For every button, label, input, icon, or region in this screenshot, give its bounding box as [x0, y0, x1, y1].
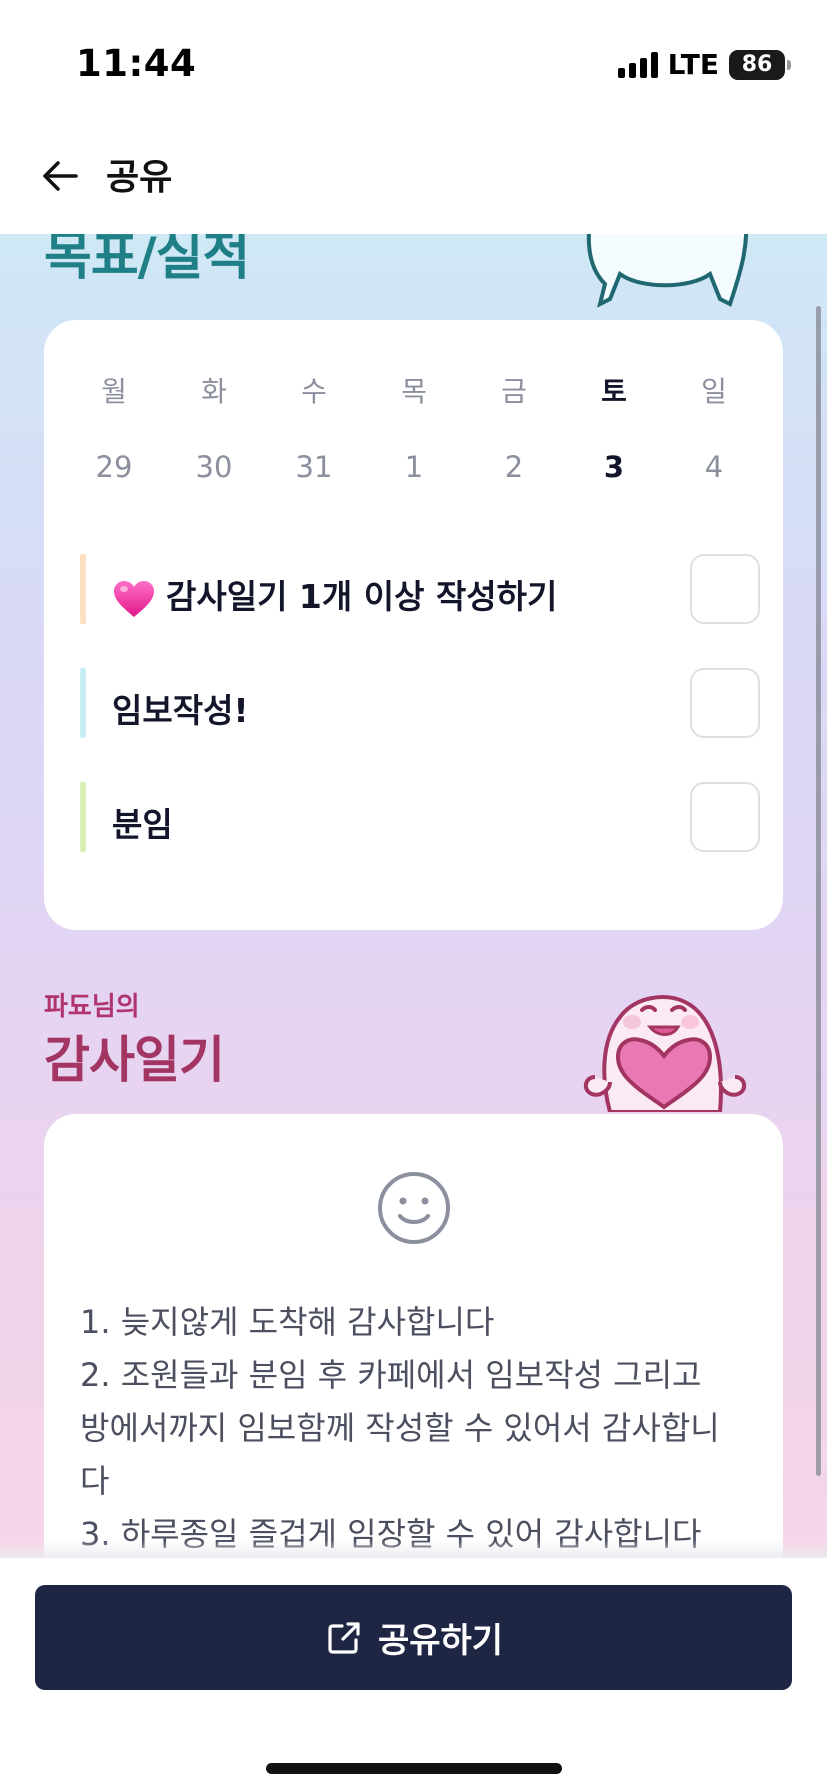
date-label[interactable]: 31: [284, 450, 344, 484]
smile-face-icon: [378, 1172, 450, 1244]
goal-label: 임보작성!: [112, 691, 249, 730]
share-button[interactable]: 공유하기: [35, 1585, 792, 1690]
weekday-label[interactable]: 화: [184, 370, 244, 410]
status-time: 11:44: [76, 42, 197, 85]
weekday-label[interactable]: 일: [684, 370, 744, 410]
home-indicator[interactable]: [266, 1763, 562, 1774]
weekday-row: 월 화 수 목 금 토 일: [84, 370, 744, 410]
nav-bar: 공유: [0, 120, 827, 234]
weekday-label[interactable]: 월: [84, 370, 144, 410]
goal-checkbox[interactable]: [690, 668, 760, 738]
bottom-fade: [0, 1540, 827, 1558]
goal-label: 분임: [112, 805, 173, 844]
goal-checkbox[interactable]: [690, 782, 760, 852]
date-label[interactable]: 29: [84, 450, 144, 484]
date-label[interactable]: 1: [384, 450, 444, 484]
goal-item: 감사일기 1개 이상 작성하기: [80, 554, 760, 624]
pink-heart-emoji-icon: [114, 580, 154, 617]
gratitude-title: 감사일기: [44, 1031, 225, 1089]
status-indicators: LTE 86: [617, 48, 791, 81]
arrow-left-icon[interactable]: [36, 150, 88, 202]
signal-icon: [617, 51, 658, 78]
share-button-label: 공유하기: [377, 1621, 504, 1661]
goal-color-bar: [80, 554, 86, 624]
goal-color-bar: [80, 782, 86, 852]
weekday-label-selected[interactable]: 토: [584, 370, 644, 410]
gratitude-diary-card: 1. 늦지않게 도착해 감사합니다 2. 조원들과 분임 후 카페에서 임보작성…: [44, 1114, 783, 1558]
goal-color-bar: [80, 668, 86, 738]
goal-card: 월 화 수 목 금 토 일 29 30 31 1 2 3 4 감사일기 1개 이…: [44, 320, 783, 930]
battery-level: 86: [741, 52, 773, 77]
diary-line: 2. 조원들과 분임 후 카페에서 임보작성 그리고: [80, 1356, 702, 1394]
diary-line: 다: [80, 1462, 110, 1500]
page-title: 공유: [106, 157, 173, 198]
goals-title: 목표/실적: [44, 234, 250, 287]
external-link-icon: [328, 1621, 360, 1654]
status-bar: 11:44 LTE 86: [0, 0, 827, 120]
date-label[interactable]: 4: [684, 450, 744, 484]
weekday-label[interactable]: 목: [384, 370, 444, 410]
scrollbar[interactable]: [816, 306, 821, 1476]
mascot-illustration: [586, 234, 749, 308]
diary-line: 방에서까지 임보함께 작성할 수 있어서 감사합니: [80, 1409, 720, 1447]
share-screen: 11:44 LTE 86 공유 목표/실적 월 화 수 목 금 토 일 29 3…: [0, 0, 827, 1791]
scroll-content[interactable]: 목표/실적 월 화 수 목 금 토 일 29 30 31 1 2 3 4 감사일…: [0, 234, 827, 1558]
goal-checkbox[interactable]: [690, 554, 760, 624]
goal-item: 임보작성!: [80, 668, 760, 738]
goal-text: 감사일기 1개 이상 작성하기: [112, 570, 557, 619]
weekday-label[interactable]: 수: [284, 370, 344, 410]
gratitude-subtitle: 파됴님의: [44, 992, 140, 1022]
diary-line: 1. 늦지않게 도착해 감사합니다: [80, 1303, 495, 1341]
date-row: 29 30 31 1 2 3 4: [84, 450, 744, 484]
goal-label: 감사일기 1개 이상 작성하기: [166, 577, 558, 616]
network-type: LTE: [667, 48, 719, 81]
weekday-label[interactable]: 금: [484, 370, 544, 410]
date-label[interactable]: 30: [184, 450, 244, 484]
diary-text: 1. 늦지않게 도착해 감사합니다 2. 조원들과 분임 후 카페에서 임보작성…: [80, 1296, 760, 1558]
battery-icon: 86: [729, 49, 791, 80]
date-label-selected[interactable]: 3: [584, 450, 644, 484]
date-label[interactable]: 2: [484, 450, 544, 484]
bottom-action-bar: 공유하기: [0, 1558, 827, 1791]
goal-item: 분임: [80, 782, 760, 852]
mascot-heart-illustration: [583, 995, 747, 1112]
